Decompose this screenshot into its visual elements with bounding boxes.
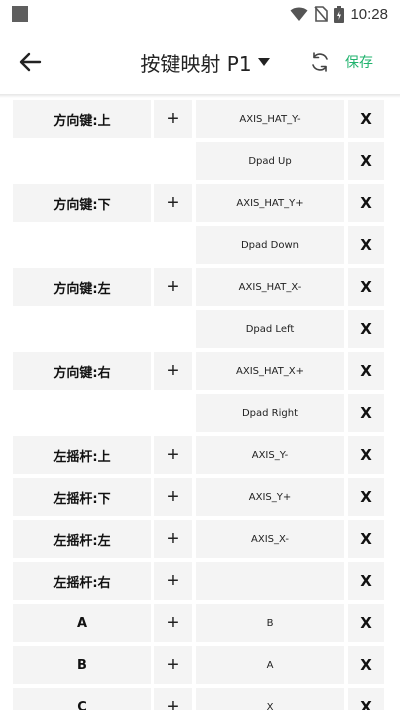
refresh-icon[interactable]: [308, 50, 332, 74]
mapping-list[interactable]: 方向键:上 + AXIS_HAT_Y- X Dpad Up X 方向键:下 + AXIS_HAT…: [0, 96, 400, 710]
mapping-row: 方向键:右 + AXIS_HAT_X+ X: [0, 352, 400, 390]
add-mapping-button[interactable]: +: [154, 604, 192, 642]
key-label: 方向键:下: [13, 184, 151, 222]
mapping-row: 方向键:下 + AXIS_HAT_Y+ X: [0, 184, 400, 222]
page-title: 按键映射 P1: [140, 51, 252, 76]
save-button[interactable]: 保存: [345, 52, 373, 72]
add-mapping-button[interactable]: +: [154, 562, 192, 600]
key-label: 左摇杆:左: [13, 520, 151, 558]
app-bar: 按键映射 P1 保存: [0, 30, 400, 94]
mapped-input-field[interactable]: AXIS_HAT_X+: [196, 352, 344, 390]
delete-mapping-button[interactable]: X: [348, 604, 384, 642]
mapped-input-field[interactable]: AXIS_X-: [196, 520, 344, 558]
mapped-input-field[interactable]: [196, 562, 344, 600]
mapping-row: Dpad Right X: [0, 394, 400, 432]
mapped-input-field[interactable]: X: [196, 688, 344, 710]
delete-mapping-button[interactable]: X: [348, 562, 384, 600]
delete-mapping-button[interactable]: X: [348, 310, 384, 348]
mapping-row: 左摇杆:上 + AXIS_Y- X: [0, 436, 400, 474]
wifi-icon: [290, 7, 308, 21]
battery-icon: [334, 5, 345, 23]
status-icons: 10:28: [290, 4, 388, 24]
delete-mapping-button[interactable]: X: [348, 478, 384, 516]
mapping-row: Dpad Up X: [0, 142, 400, 180]
mapping-row: Dpad Left X: [0, 310, 400, 348]
status-time: 10:28: [350, 5, 388, 23]
key-label: 方向键:左: [13, 268, 151, 306]
mapping-row: 左摇杆:左 + AXIS_X- X: [0, 520, 400, 558]
mapped-input-field[interactable]: Dpad Right: [196, 394, 344, 432]
dropdown-caret-icon: [257, 58, 270, 66]
mapped-input-field[interactable]: AXIS_HAT_Y+: [196, 184, 344, 222]
mapping-row: 左摇杆:下 + AXIS_Y+ X: [0, 478, 400, 516]
mapping-row: B + A X: [0, 646, 400, 684]
add-mapping-button[interactable]: +: [154, 646, 192, 684]
key-label: B: [13, 646, 151, 684]
profile-selector[interactable]: 按键映射 P1: [120, 46, 290, 78]
add-mapping-button[interactable]: +: [154, 352, 192, 390]
back-arrow-icon[interactable]: [16, 48, 44, 76]
delete-mapping-button[interactable]: X: [348, 436, 384, 474]
mapped-input-field[interactable]: Dpad Up: [196, 142, 344, 180]
key-label: A: [13, 604, 151, 642]
delete-mapping-button[interactable]: X: [348, 184, 384, 222]
mapped-input-field[interactable]: Dpad Left: [196, 310, 344, 348]
add-mapping-button[interactable]: +: [154, 688, 192, 710]
mapping-row: 左摇杆:右 + X: [0, 562, 400, 600]
delete-mapping-button[interactable]: X: [348, 520, 384, 558]
mapping-row: A + B X: [0, 604, 400, 642]
notification-icon: [12, 6, 28, 22]
add-mapping-button[interactable]: +: [154, 478, 192, 516]
delete-mapping-button[interactable]: X: [348, 394, 384, 432]
key-label: 左摇杆:下: [13, 478, 151, 516]
key-label: 左摇杆:上: [13, 436, 151, 474]
add-mapping-button[interactable]: +: [154, 436, 192, 474]
delete-mapping-button[interactable]: X: [348, 100, 384, 138]
key-label: 方向键:右: [13, 352, 151, 390]
mapped-input-field[interactable]: AXIS_Y+: [196, 478, 344, 516]
mapped-input-field[interactable]: AXIS_Y-: [196, 436, 344, 474]
delete-mapping-button[interactable]: X: [348, 142, 384, 180]
mapped-input-field[interactable]: AXIS_HAT_Y-: [196, 100, 344, 138]
delete-mapping-button[interactable]: X: [348, 352, 384, 390]
delete-mapping-button[interactable]: X: [348, 646, 384, 684]
add-mapping-button[interactable]: +: [154, 268, 192, 306]
mapping-row: Dpad Down X: [0, 226, 400, 264]
mapped-input-field[interactable]: A: [196, 646, 344, 684]
status-bar: 10:28: [0, 0, 400, 30]
mapping-row: 方向键:上 + AXIS_HAT_Y- X: [0, 100, 400, 138]
mapping-row: 方向键:左 + AXIS_HAT_X- X: [0, 268, 400, 306]
key-label: C: [13, 688, 151, 710]
delete-mapping-button[interactable]: X: [348, 688, 384, 710]
add-mapping-button[interactable]: +: [154, 184, 192, 222]
add-mapping-button[interactable]: +: [154, 100, 192, 138]
key-label: 方向键:上: [13, 100, 151, 138]
key-label: 左摇杆:右: [13, 562, 151, 600]
delete-mapping-button[interactable]: X: [348, 226, 384, 264]
add-mapping-button[interactable]: +: [154, 520, 192, 558]
mapped-input-field[interactable]: Dpad Down: [196, 226, 344, 264]
delete-mapping-button[interactable]: X: [348, 268, 384, 306]
mapped-input-field[interactable]: B: [196, 604, 344, 642]
no-sim-icon: [314, 6, 329, 22]
mapping-row: C + X X: [0, 688, 400, 710]
mapped-input-field[interactable]: AXIS_HAT_X-: [196, 268, 344, 306]
